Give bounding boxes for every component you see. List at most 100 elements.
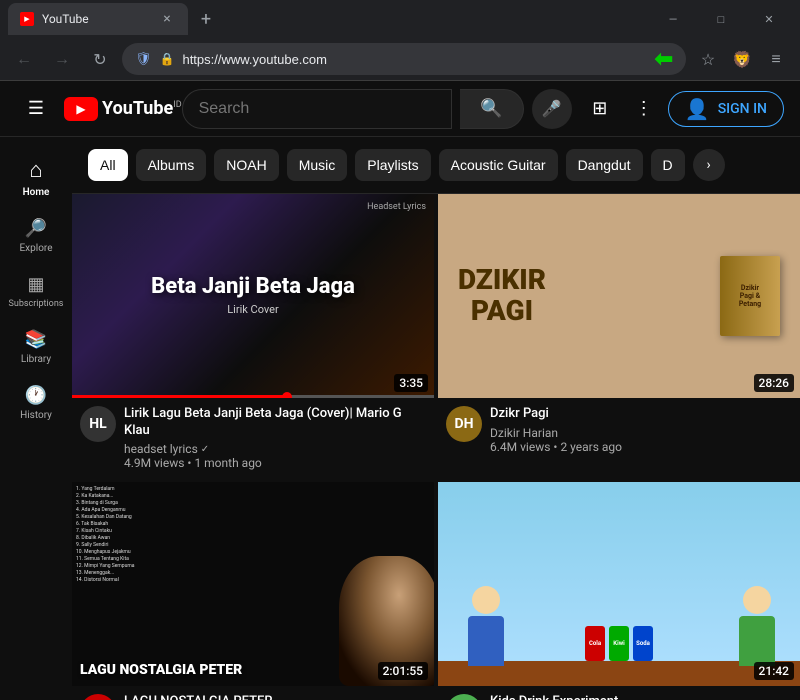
duration-badge-3: 2:01:55 xyxy=(378,662,428,680)
duration-badge-1: 3:35 xyxy=(394,374,428,392)
hamburger-icon: ☰ xyxy=(28,98,44,119)
video-card-1[interactable]: Headset Lyrics Beta Janji Beta Jaga Liri… xyxy=(72,194,434,478)
explore-icon: 🔎 xyxy=(25,218,47,239)
video-thumbnail-1: Headset Lyrics Beta Janji Beta Jaga Liri… xyxy=(72,194,434,398)
hamburger-menu-button[interactable]: ☰ xyxy=(16,89,56,129)
chip-d[interactable]: D xyxy=(651,149,685,181)
video-grid: Headset Lyrics Beta Janji Beta Jaga Liri… xyxy=(72,194,800,700)
url-input[interactable] xyxy=(182,52,646,67)
address-bar[interactable]: 🛡 🔒 ⬅ xyxy=(122,43,686,75)
progress-bar-1 xyxy=(72,395,434,398)
channel-avatar-4: KC xyxy=(446,694,482,700)
active-tab[interactable]: YouTube × xyxy=(8,3,188,35)
channel-avatar-1: HL xyxy=(80,406,116,442)
browser-titlebar: YouTube × + — □ ✕ xyxy=(0,0,800,38)
video-card-4[interactable]: Cola Kiwi Soda 21:42 KC Kids Drink Exper… xyxy=(438,482,800,700)
watermark-1: Headset Lyrics xyxy=(367,202,426,212)
refresh-button[interactable]: ↻ xyxy=(84,43,116,75)
verified-icon-1: ✓ xyxy=(201,444,209,455)
tab-favicon xyxy=(20,12,34,26)
sidebar-label-library: Library xyxy=(21,354,51,365)
search-button[interactable]: 🔍 xyxy=(460,89,524,129)
duration-badge-4: 21:42 xyxy=(754,662,794,680)
tab-close-button[interactable]: × xyxy=(158,10,176,28)
header-actions: ⊞ ⋮ 👤 SIGN IN xyxy=(580,89,784,129)
video-info-1: HL Lirik Lagu Beta Janji Beta Jaga (Cove… xyxy=(72,398,434,479)
video-stats-2: 6.4M views • 2 years ago xyxy=(490,440,792,454)
kid-1 xyxy=(468,586,504,666)
green-arrow-icon: ⬅ xyxy=(655,47,673,72)
video-meta-4: Kids Drink Experiment Kids Channel 10M v… xyxy=(490,694,792,700)
youtube-header: ☰ YouTubeID 🔍 🎤 ⊞ ⋮ 👤 xyxy=(0,81,800,137)
soda-machine: Soda xyxy=(633,626,653,661)
sidebar-item-home[interactable]: ⌂ Home xyxy=(0,149,72,206)
kid-2 xyxy=(739,586,775,666)
video-thumbnail-2: DZIKIRPAGI DzikirPagi &Petang 28:26 xyxy=(438,194,800,398)
back-button[interactable]: ← xyxy=(8,43,40,75)
browser-toolbar: ← → ↻ 🛡 🔒 ⬅ ☆ 🦁 ≡ xyxy=(0,38,800,80)
channel-avatar-2: DH xyxy=(446,406,482,442)
thumb-sub-1: Lirik Cover xyxy=(151,303,355,316)
thumb-book-2: DzikirPagi &Petang xyxy=(720,256,780,336)
bookmark-button[interactable]: ☆ xyxy=(692,43,724,75)
search-bar[interactable] xyxy=(182,89,452,129)
chip-music[interactable]: Music xyxy=(287,149,348,181)
chip-noah[interactable]: NOAH xyxy=(214,149,278,181)
video-info-2: DH Dzikr Pagi Dzikir Harian 6.4M views •… xyxy=(438,398,800,462)
minimize-button[interactable]: — xyxy=(650,3,696,35)
chips-more-button[interactable]: › xyxy=(693,149,725,181)
sign-in-button[interactable]: 👤 SIGN IN xyxy=(668,91,784,127)
video-title-4: Kids Drink Experiment xyxy=(490,694,792,700)
chip-albums[interactable]: Albums xyxy=(136,149,207,181)
content-area: All Albums NOAH Music Playlists Acoustic… xyxy=(72,137,800,700)
youtube-logo-icon xyxy=(64,97,98,121)
sidebar-item-library[interactable]: 📚 Library xyxy=(0,321,72,373)
shield-icon: 🛡 xyxy=(135,52,152,67)
youtube-app: ☰ YouTubeID 🔍 🎤 ⊞ ⋮ 👤 xyxy=(0,81,800,700)
video-thumbnail-4: Cola Kiwi Soda 21:42 xyxy=(438,482,800,686)
grid-apps-button[interactable]: ⊞ xyxy=(580,89,620,129)
thumb-title-3: LAGU NOSTALGIA PETER xyxy=(80,662,242,678)
grid-icon: ⊞ xyxy=(592,98,607,119)
chip-playlists[interactable]: Playlists xyxy=(355,149,430,181)
sidebar-label-subscriptions: Subscriptions xyxy=(9,299,64,309)
close-button[interactable]: ✕ xyxy=(746,3,792,35)
youtube-main: ⌂ Home 🔎 Explore ▦ Subscriptions 📚 Libra… xyxy=(0,137,800,700)
video-info-4: KC Kids Drink Experiment Kids Channel 10… xyxy=(438,686,800,700)
youtube-logo[interactable]: YouTubeID xyxy=(64,97,182,121)
lime-machine: Kiwi xyxy=(609,626,629,661)
browser-menu-button[interactable]: ≡ xyxy=(760,43,792,75)
sidebar-item-explore[interactable]: 🔎 Explore xyxy=(0,210,72,262)
thumb-title-2: DZIKIRPAGI xyxy=(458,265,546,327)
more-options-button[interactable]: ⋮ xyxy=(624,89,664,129)
search-wrap: 🔍 🎤 xyxy=(182,89,572,129)
video-card-3[interactable]: 1. Yang Terdalam 2. Ka Katakana... 3. Bi… xyxy=(72,482,434,700)
filter-chips: All Albums NOAH Music Playlists Acoustic… xyxy=(72,137,800,194)
video-thumbnail-3: 1. Yang Terdalam 2. Ka Katakana... 3. Bi… xyxy=(72,482,434,686)
kid-1-body xyxy=(468,616,504,666)
maximize-button[interactable]: □ xyxy=(698,3,744,35)
chip-dangdut[interactable]: Dangdut xyxy=(566,149,643,181)
kid-2-body xyxy=(739,616,775,666)
sidebar-item-history[interactable]: 🕐 History xyxy=(0,377,72,429)
video-title-1: Lirik Lagu Beta Janji Beta Jaga (Cover)|… xyxy=(124,406,426,440)
chip-all[interactable]: All xyxy=(88,149,128,181)
youtube-logo-text: YouTubeID xyxy=(102,98,182,119)
video-meta-3: LAGU NOSTALGIA PETER... Nostalgia Channe… xyxy=(124,694,426,700)
search-icon: 🔍 xyxy=(480,98,502,119)
chip-acoustic-guitar[interactable]: Acoustic Guitar xyxy=(439,149,558,181)
search-input[interactable] xyxy=(199,100,435,118)
mic-icon: 🎤 xyxy=(542,99,562,118)
new-tab-button[interactable]: + xyxy=(192,5,220,33)
window-controls: — □ ✕ xyxy=(650,3,792,35)
channel-avatar-3: NC xyxy=(80,694,116,700)
history-icon: 🕐 xyxy=(25,385,47,406)
video-card-2[interactable]: DZIKIRPAGI DzikirPagi &Petang 28:26 DH D… xyxy=(438,194,800,478)
forward-button[interactable]: → xyxy=(46,43,78,75)
sidebar-item-subscriptions[interactable]: ▦ Subscriptions xyxy=(0,266,72,317)
progress-fill-1 xyxy=(72,395,289,398)
video-stats-1: 4.9M views • 1 month ago xyxy=(124,456,426,470)
brave-shield-button[interactable]: 🦁 xyxy=(726,43,758,75)
mic-button[interactable]: 🎤 xyxy=(532,89,572,129)
cola-machine: Cola xyxy=(585,626,605,661)
